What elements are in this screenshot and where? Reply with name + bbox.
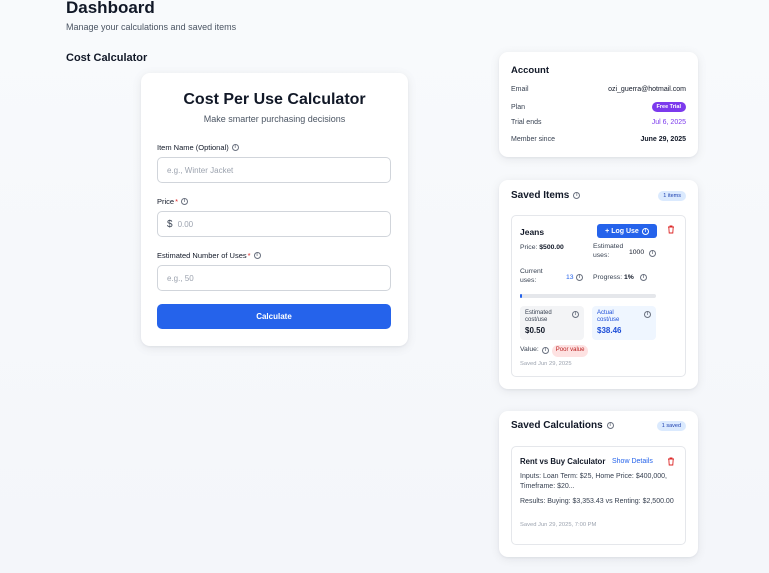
item-name: Jeans — [520, 227, 545, 237]
info-icon[interactable]: i — [231, 144, 239, 151]
current-uses-value: 13 — [566, 274, 574, 281]
estimated-uses-label: Estimated uses: — [593, 243, 624, 259]
calculator-card: Cost Per Use Calculator Make smarter pur… — [141, 73, 408, 346]
info-icon[interactable]: i — [253, 252, 261, 259]
price-label: Price: — [520, 244, 538, 251]
item-value-row: Value: i Poor value — [520, 345, 589, 357]
calculation-results: Results: Buying: $3,353.43 vs Renting: $… — [520, 498, 674, 505]
estimated-cost-value: $0.50 — [525, 325, 546, 335]
progress-value: 1% — [623, 274, 634, 281]
email-value: ozi_guerra@hotmail.com — [608, 86, 686, 93]
account-title: Account — [511, 65, 549, 76]
progress-bar — [520, 294, 656, 298]
estimated-cost-label: Estimated cost/use — [525, 310, 552, 323]
saved-items-title: Saved Items — [511, 190, 570, 201]
account-member-row: Member since June 29, 2025 — [511, 136, 686, 143]
saved-calculation-card: Rent vs Buy Calculator Show Details Inpu… — [511, 446, 686, 545]
saved-items-count: 1 items — [658, 191, 686, 201]
item-saved-date: Saved Jun 29, 2025 — [520, 361, 572, 367]
trash-icon[interactable] — [667, 457, 675, 468]
saved-calculations-title: Saved Calculations — [511, 420, 603, 431]
calculation-inputs: Inputs: Loan Term: $25, Home Price: $400… — [520, 473, 667, 490]
page-subtitle: Manage your calculations and saved items — [66, 22, 237, 32]
saved-items-header: Saved Items i — [511, 190, 581, 201]
progress-label: Progress: — [593, 274, 623, 281]
calculate-button[interactable]: Calculate — [157, 304, 391, 329]
actual-cost-label: Actual cost/use — [597, 310, 620, 323]
log-use-label: + Log Use — [605, 227, 639, 235]
uses-label: Estimated Number of Uses * i — [157, 251, 261, 260]
account-card: Account Email ozi_guerra@hotmail.com Pla… — [499, 52, 698, 157]
info-icon[interactable]: i — [572, 311, 579, 318]
member-label: Member since — [511, 136, 555, 143]
estimated-cost-box: Estimated cost/use $0.50 i — [520, 306, 584, 340]
page-title: Dashboard — [66, 0, 155, 17]
estimated-uses-value: 1000 — [629, 249, 645, 256]
trial-value: Jul 6, 2025 — [651, 119, 686, 126]
account-plan-row: Plan Free Trial — [511, 102, 686, 112]
trial-label: Trial ends — [511, 119, 542, 126]
price-placeholder: 0.00 — [177, 219, 194, 229]
info-icon[interactable]: i — [576, 274, 583, 281]
item-name-label: Item Name (Optional) i — [157, 143, 239, 152]
price-value: $500.00 — [539, 244, 564, 251]
uses-placeholder: e.g., 50 — [167, 273, 194, 283]
info-icon[interactable]: i — [649, 250, 656, 257]
item-name-input[interactable]: e.g., Winter Jacket — [157, 157, 391, 183]
saved-calculations-card: Saved Calculations i 1 saved Rent vs Buy… — [499, 411, 698, 557]
price-input[interactable]: $ 0.00 — [157, 211, 391, 237]
info-icon[interactable]: i — [644, 311, 651, 318]
saved-calculations-count: 1 saved — [656, 421, 686, 431]
calculation-saved-date: Saved Jun 29, 2025, 7:00 PM — [520, 522, 597, 528]
item-price: Price: $500.00 — [520, 244, 564, 253]
uses-label-text: Estimated Number of Uses — [157, 251, 247, 260]
price-label-text: Price — [157, 197, 175, 206]
account-trial-row: Trial ends Jul 6, 2025 — [511, 119, 686, 126]
info-icon[interactable]: i — [640, 274, 647, 281]
plan-badge: Free Trial — [651, 102, 686, 112]
trash-icon[interactable] — [667, 225, 675, 236]
item-progress: Progress: 1% — [593, 274, 634, 283]
info-icon: i — [641, 227, 649, 235]
saved-item-card: Jeans + Log Use i Price: $500.00 Estimat… — [511, 215, 686, 377]
email-label: Email — [511, 86, 529, 93]
saved-calculations-header: Saved Calculations i — [511, 420, 614, 431]
plan-label: Plan — [511, 103, 526, 111]
info-icon[interactable]: i — [541, 347, 549, 355]
required-mark: * — [175, 197, 179, 206]
required-mark: * — [247, 251, 251, 260]
actual-cost-value: $38.46 — [597, 325, 622, 335]
section-title: Cost Calculator — [66, 52, 148, 64]
calculator-subtitle: Make smarter purchasing decisions — [203, 114, 346, 124]
progress-bar-fill — [520, 294, 522, 298]
calculator-title: Cost Per Use Calculator — [183, 91, 366, 108]
item-name-label-text: Item Name (Optional) — [157, 143, 229, 152]
saved-items-card: Saved Items i 1 items Jeans + Log Use i … — [499, 180, 698, 389]
member-value: June 29, 2025 — [640, 136, 686, 143]
info-icon[interactable]: i — [573, 192, 581, 199]
show-details-link[interactable]: Show Details — [612, 458, 653, 465]
uses-input[interactable]: e.g., 50 — [157, 265, 391, 291]
item-name-placeholder: e.g., Winter Jacket — [167, 165, 234, 175]
log-use-button[interactable]: + Log Use i — [597, 224, 657, 238]
info-icon[interactable]: i — [606, 422, 614, 429]
current-uses-label: Current uses: — [520, 268, 543, 284]
calculation-name: Rent vs Buy Calculator — [520, 457, 606, 466]
price-label: Price * i — [157, 197, 189, 206]
value-badge: Poor value — [551, 345, 589, 357]
currency-symbol: $ — [167, 218, 173, 230]
actual-cost-box: Actual cost/use $38.46 i — [592, 306, 656, 340]
value-label: Value: — [520, 346, 539, 354]
account-email-row: Email ozi_guerra@hotmail.com — [511, 86, 686, 93]
info-icon[interactable]: i — [181, 198, 189, 205]
